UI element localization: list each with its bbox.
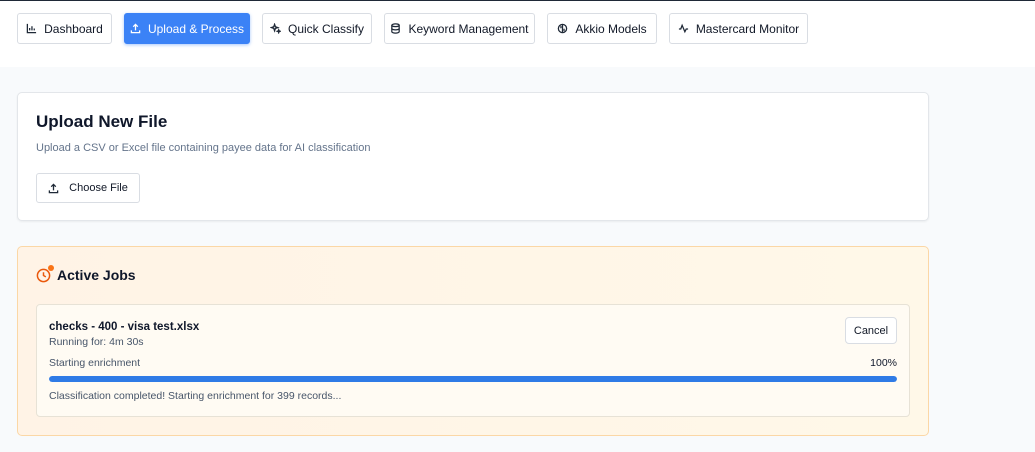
active-jobs-title: Active Jobs	[57, 267, 136, 283]
nav-keyword-management-button[interactable]: Keyword Management	[384, 13, 535, 44]
job-running-time: Running for: 4m 30s	[49, 336, 144, 348]
upload-description: Upload a CSV or Excel file containing pa…	[36, 142, 371, 154]
upload-title: Upload New File	[36, 112, 168, 131]
nav-akkio-models-button[interactable]: Akkio Models	[547, 13, 657, 44]
nav-keyword-management-label: Keyword Management	[408, 21, 529, 36]
activity-icon	[678, 23, 688, 34]
nav-quick-classify-label: Quick Classify	[287, 21, 364, 36]
nav-mastercard-monitor-button[interactable]: Mastercard Monitor	[669, 13, 808, 44]
top-nav-bar: Dashboard Upload & Process Quick Classif…	[0, 0, 1035, 67]
nav-dashboard-label: Dashboard	[44, 21, 103, 36]
upload-icon	[130, 23, 141, 34]
nav-akkio-models-label: Akkio Models	[575, 21, 647, 36]
job-progress-bar	[49, 376, 897, 382]
nav-mastercard-monitor-label: Mastercard Monitor	[695, 21, 800, 36]
active-jobs-header: Active Jobs	[36, 264, 136, 283]
activity-dot-icon	[48, 264, 54, 271]
upload-card: Upload New File Upload a CSV or Excel fi…	[17, 92, 929, 221]
job-item: checks - 400 - visa test.xlsx Running fo…	[36, 304, 910, 417]
job-progress-percent: 100%	[870, 357, 897, 369]
choose-file-button[interactable]: Choose File	[36, 173, 140, 203]
clock-icon	[36, 264, 54, 283]
job-status-message: Classification completed! Starting enric…	[49, 390, 342, 402]
database-icon	[391, 23, 401, 34]
nav-quick-classify-button[interactable]: Quick Classify	[262, 13, 372, 44]
sparkles-icon	[269, 23, 281, 34]
choose-file-label: Choose File	[69, 182, 128, 194]
nav-dashboard-button[interactable]: Dashboard	[17, 13, 112, 44]
upload-icon	[48, 182, 59, 193]
nav-upload-process-button[interactable]: Upload & Process	[124, 13, 250, 44]
cancel-job-button[interactable]: Cancel	[845, 317, 897, 344]
brain-icon	[558, 23, 568, 34]
job-status-text: Starting enrichment	[49, 357, 141, 369]
job-progress-fill	[49, 376, 897, 382]
bar-chart-icon	[26, 23, 37, 34]
job-file-name: checks - 400 - visa test.xlsx	[49, 321, 200, 333]
nav-upload-process-label: Upload & Process	[147, 21, 245, 36]
active-jobs-card: Active Jobs checks - 400 - visa test.xls…	[17, 246, 929, 436]
